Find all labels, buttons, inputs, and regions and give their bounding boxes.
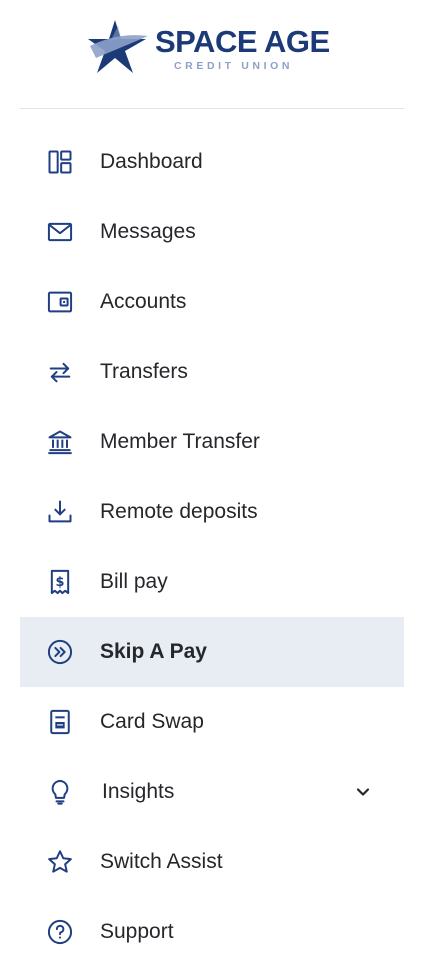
lightbulb-icon [45,777,75,807]
nav-item-insights[interactable]: Insights [20,757,404,827]
nav-label-transfers: Transfers [100,360,188,383]
star-icon [45,847,75,877]
nav-label-dashboard: Dashboard [100,150,203,173]
nav-item-messages[interactable]: Messages [20,197,404,267]
nav-item-member-transfer[interactable]: Member Transfer [20,407,404,477]
envelope-icon [45,217,75,247]
nav-label-support: Support [100,920,174,943]
star-logo-icon [88,20,148,73]
nav-item-remote-deposits[interactable]: Remote deposits [20,477,404,547]
dollar-receipt-icon: $ [45,567,75,597]
nav-label-bill-pay: Bill pay [100,570,168,593]
brand-logo[interactable]: SPACE AGE CREDIT UNION [88,18,338,80]
help-circle-icon [45,917,75,947]
brand-name: SPACE AGE [155,24,330,59]
nav-item-switch-assist[interactable]: Switch Assist [20,827,404,897]
nav-label-member-transfer: Member Transfer [100,430,260,453]
nav-label-messages: Messages [100,220,196,243]
wallet-icon [45,287,75,317]
transfer-arrows-icon [45,357,75,387]
nav-item-dashboard[interactable]: Dashboard [20,127,404,197]
nav-item-transfers[interactable]: Transfers [20,337,404,407]
nav-label-remote-deposits: Remote deposits [100,500,258,523]
nav-label-skip-a-pay: Skip A Pay [100,640,207,663]
card-swap-icon [45,707,75,737]
svg-text:$: $ [56,575,65,590]
divider [20,108,404,109]
nav-item-skip-a-pay[interactable]: Skip A Pay [20,617,404,687]
sidebar: SPACE AGE CREDIT UNION Dashboard Message… [0,0,440,958]
nav-label-accounts: Accounts [100,290,187,313]
fast-forward-circle-icon [45,637,75,667]
chevron-down-icon[interactable] [353,782,373,802]
brand-subtitle: CREDIT UNION [174,60,294,72]
download-tray-icon [45,497,75,527]
nav-item-bill-pay[interactable]: $ Bill pay [20,547,404,617]
nav-item-support[interactable]: Support [20,897,404,958]
nav-label-insights: Insights [102,780,175,803]
nav-item-card-swap[interactable]: Card Swap [20,687,404,757]
nav-label-switch-assist: Switch Assist [100,850,223,873]
bank-icon [45,427,75,457]
nav-menu: Dashboard Messages Accounts Transfers Me… [20,127,404,958]
nav-item-accounts[interactable]: Accounts [20,267,404,337]
dashboard-icon [45,147,75,177]
nav-label-card-swap: Card Swap [100,710,204,733]
